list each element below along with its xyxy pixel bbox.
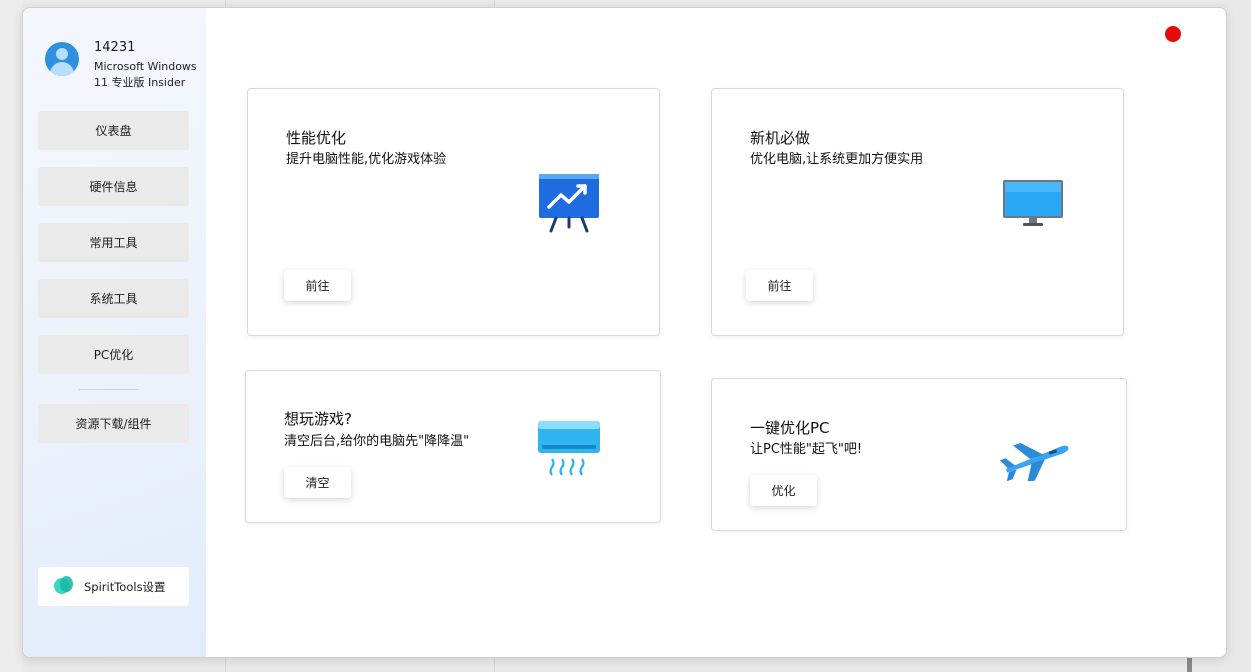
user-os-version: Microsoft Windows 11 专业版 Insider <box>94 60 197 89</box>
card-title: 想玩游戏? <box>284 410 352 428</box>
card-title: 一键优化PC <box>750 419 830 437</box>
card-subtitle: 提升电脑性能,优化游戏体验 <box>286 152 447 167</box>
presentation-chart-icon <box>539 174 599 233</box>
card-subtitle: 让PC性能"起飞"吧! <box>750 442 863 457</box>
app-window: 14231 Microsoft Windows 11 专业版 Insider 仪… <box>22 7 1227 658</box>
card-new-pc-setup: 新机必做 优化电脑,让系统更加方便实用 前往 <box>711 88 1124 336</box>
spirittools-logo-icon <box>51 573 80 601</box>
card-gaming-cleanup: 想玩游戏? 清空后台,给你的电脑先"降降温" 清空 <box>245 370 661 523</box>
airplane-icon <box>1000 443 1069 481</box>
sidebar: 14231 Microsoft Windows 11 专业版 Insider 仪… <box>23 8 206 657</box>
close-button[interactable] <box>1165 26 1181 42</box>
sidebar-item-dashboard[interactable]: 仪表盘 <box>38 111 189 150</box>
sidebar-item-pc-optimize[interactable]: PC优化 <box>38 335 189 374</box>
sidebar-item-hardware-info[interactable]: 硬件信息 <box>38 167 189 206</box>
background-window-edge <box>0 0 22 672</box>
goto-button[interactable]: 前往 <box>284 270 351 301</box>
clear-button[interactable]: 清空 <box>284 467 351 498</box>
card-title: 性能优化 <box>286 129 347 147</box>
card-one-click-optimize: 一键优化PC 让PC性能"起飞"吧! 优化 <box>711 378 1127 531</box>
goto-button[interactable]: 前往 <box>746 270 813 301</box>
card-subtitle: 清空后台,给你的电脑先"降降温" <box>284 434 470 449</box>
card-title: 新机必做 <box>750 129 811 147</box>
sidebar-divider <box>79 389 139 390</box>
air-conditioner-icon <box>538 421 600 476</box>
sidebar-item-common-tools[interactable]: 常用工具 <box>38 223 189 262</box>
card-performance-optimize: 性能优化 提升电脑性能,优化游戏体验 前往 <box>247 88 660 336</box>
sidebar-item-system-tools[interactable]: 系统工具 <box>38 279 189 318</box>
settings-button-label: SpiritTools设置 <box>84 579 166 594</box>
card-subtitle: 优化电脑,让系统更加方便实用 <box>750 152 924 167</box>
optimize-button[interactable]: 优化 <box>750 475 817 506</box>
user-name: 14231 <box>94 40 136 55</box>
avatar <box>45 42 79 76</box>
settings-button[interactable]: SpiritTools设置 <box>38 567 189 606</box>
avatar-body-shape <box>50 62 74 76</box>
avatar-head-shape <box>56 48 68 60</box>
monitor-icon <box>1003 180 1063 226</box>
sidebar-item-resource-download[interactable]: 资源下载/组件 <box>38 404 189 443</box>
